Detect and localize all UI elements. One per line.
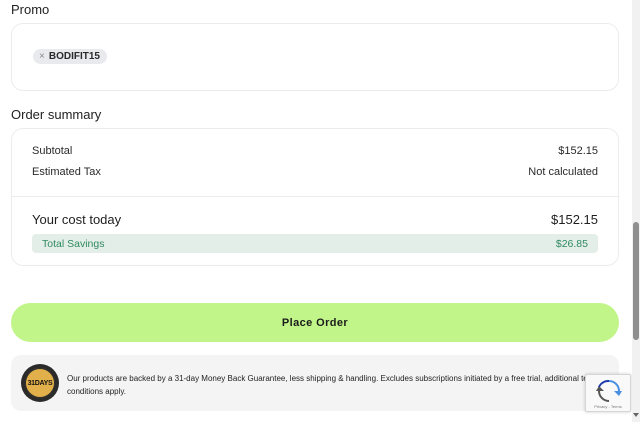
guarantee-banner: 31DAYS Our products are backed by a 31-d… xyxy=(11,355,619,411)
badge-text: 31DAYS xyxy=(25,368,55,398)
scroll-down-arrow-icon[interactable] xyxy=(633,413,639,417)
recaptcha-icon xyxy=(596,379,622,402)
promo-title: Promo xyxy=(11,2,50,17)
order-summary-title: Order summary xyxy=(11,107,102,122)
guarantee-text: Our products are backed by a 31-day Mone… xyxy=(67,374,617,396)
recaptcha-widget[interactable]: Privacy - Terms xyxy=(585,374,631,412)
scrollbar-thumb[interactable] xyxy=(633,222,639,340)
promo-code-chip: × BODIFIT15 xyxy=(33,49,107,64)
guarantee-badge-icon: 31DAYS xyxy=(21,364,59,402)
subtotal-row: Subtotal $152.15 xyxy=(32,145,598,157)
tax-row: Estimated Tax Not calculated xyxy=(32,166,598,178)
recaptcha-terms[interactable]: Privacy - Terms xyxy=(586,404,630,409)
total-row: Your cost today $152.15 xyxy=(32,212,598,227)
savings-banner: Total Savings $26.85 xyxy=(32,234,598,253)
promo-card: × BODIFIT15 xyxy=(11,23,619,91)
promo-code-label: BODIFIT15 xyxy=(48,51,100,62)
subtotal-label: Subtotal xyxy=(32,145,73,157)
place-order-button[interactable]: Place Order xyxy=(11,303,619,342)
tax-value: Not calculated xyxy=(528,166,598,178)
savings-value: $26.85 xyxy=(555,237,588,250)
remove-promo-icon[interactable]: × xyxy=(39,51,45,62)
scrollbar[interactable] xyxy=(632,0,640,422)
subtotal-value: $152.15 xyxy=(558,145,598,157)
total-value: $152.15 xyxy=(551,212,598,227)
total-label: Your cost today xyxy=(32,212,122,227)
order-summary-card: Subtotal $152.15 Estimated Tax Not calcu… xyxy=(11,128,619,266)
savings-label: Total Savings xyxy=(42,237,105,250)
summary-divider xyxy=(12,196,618,197)
tax-label: Estimated Tax xyxy=(32,166,101,178)
